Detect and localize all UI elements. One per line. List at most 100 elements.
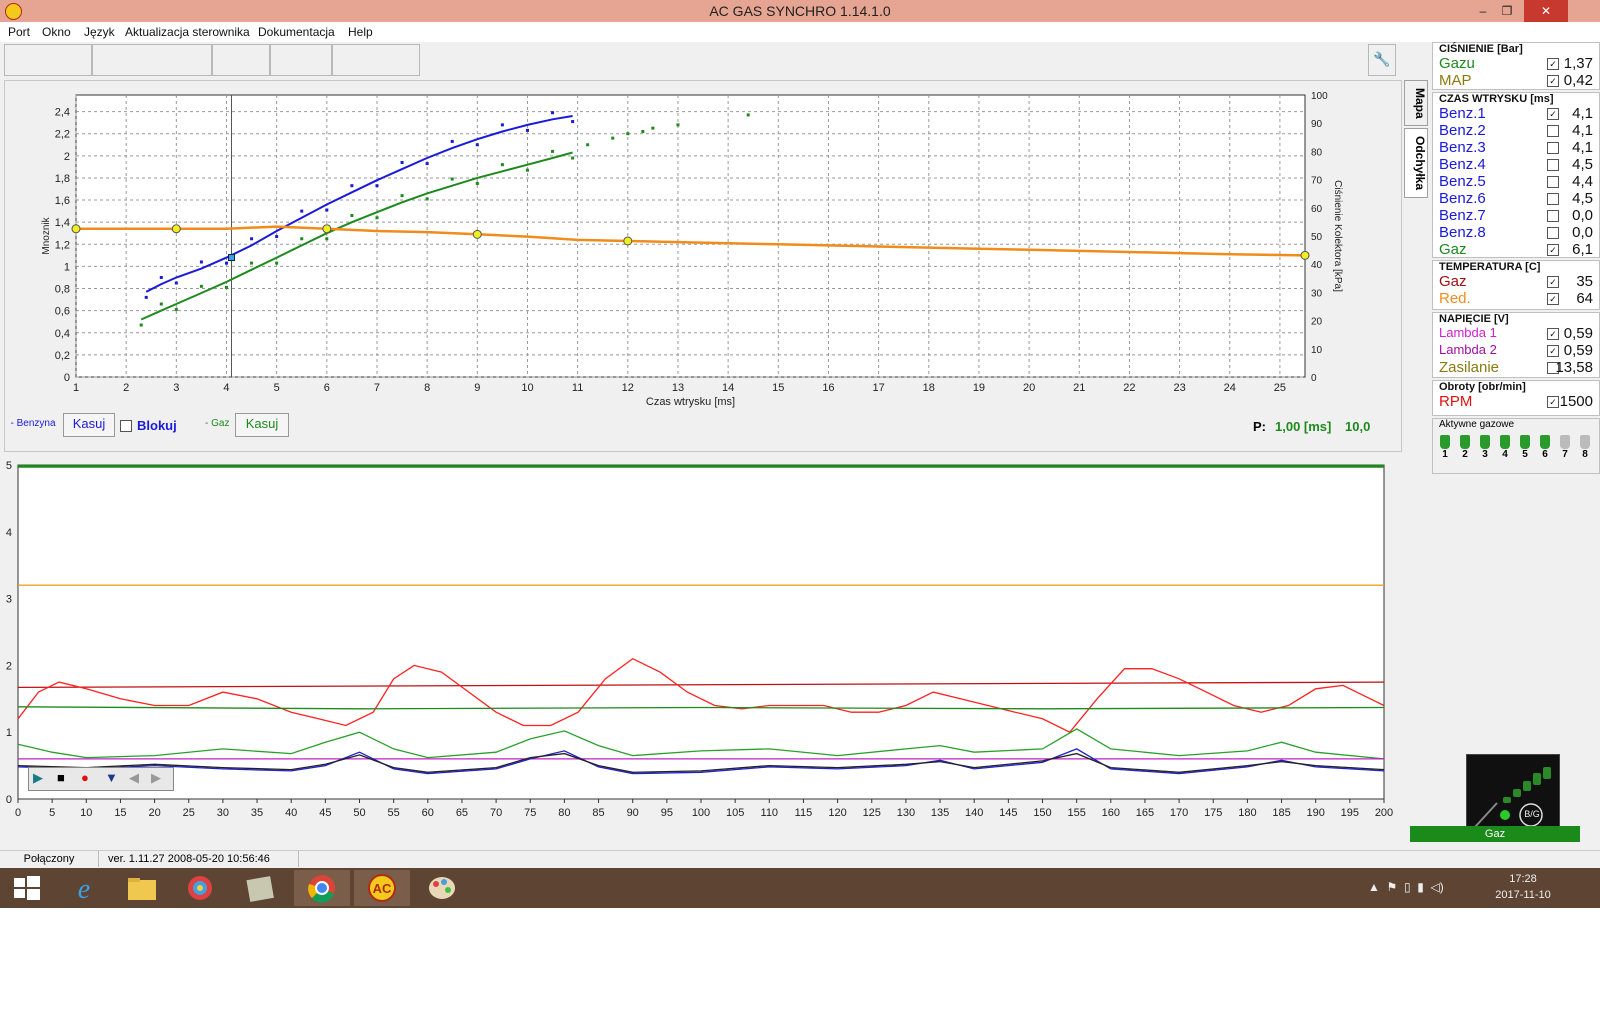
pressure-checkbox[interactable]: ✓ [1547,58,1559,70]
record-icon[interactable]: ● [81,770,89,785]
rpm-label: RPM [1439,393,1473,410]
menu-port[interactable]: Port [8,25,30,39]
menu-help[interactable]: Help [348,25,373,39]
map-y-right-tick: 10 [1311,345,1323,356]
pressure-row: Gazu ✓ 1,37 [1433,55,1599,72]
map-x-tick: 17 [872,382,884,394]
voltage-row: Lambda 2 ✓ 0,59 [1433,342,1599,359]
map-point [571,120,575,124]
clock-date[interactable]: 2017-11-10 [1488,889,1558,901]
media-icon[interactable] [172,870,228,906]
download-icon[interactable]: ▼ [105,770,118,785]
bg-switch[interactable]: B/G [1466,754,1560,836]
map-x-tick: 9 [474,382,480,394]
signal-chart: 0 5 10 15 20 25 30 35 40 45 50 55 60 65 70 75 80 85 90 95 10… [6,460,1393,819]
injection-checkbox[interactable]: ✓ [1547,244,1559,256]
file-explorer-icon[interactable] [114,870,170,906]
menu-jezyk[interactable]: Język [84,25,115,39]
injection-title: CZAS WTRYSKU [ms] [1439,93,1554,105]
injector-icon [1460,435,1470,449]
map-point [375,216,379,220]
menu-okno[interactable]: Okno [42,25,71,39]
injection-checkbox[interactable] [1547,142,1559,154]
map-x-tick: 8 [424,382,430,394]
rpm-row: RPM ✓ 1500 [1433,393,1599,410]
stop-icon[interactable]: ■ [57,770,65,785]
map-point [571,156,575,160]
wrench-icon[interactable]: 🔧 [1368,44,1396,76]
next-icon[interactable]: ▶ [151,770,161,786]
map-x-tick: 21 [1073,382,1085,394]
tab-mapa[interactable]: Mapa [1404,80,1428,126]
menu-docs[interactable]: Dokumentacja [258,25,335,39]
map-y-right-tick: 50 [1311,232,1323,243]
pressure-section: CIŚNIENIE [Bar] Gazu ✓ 1,37 MAP ✓ 0,42 [1432,42,1600,90]
prev-icon[interactable]: ◀ [129,770,139,786]
taskbar: e AC ▲ ⚑ ▯ ▮ ◁) 17:28 2017-11-10 [0,868,1600,908]
toolbar-button-5[interactable] [332,44,420,76]
pressure-title: CIŚNIENIE [Bar] [1439,43,1523,55]
bg-label: B/G [1524,809,1540,819]
legend-benzyna: - Benzyna [10,418,56,429]
injection-checkbox[interactable] [1547,227,1559,239]
injector-number: 2 [1462,449,1468,460]
menu-update[interactable]: Aktualizacja sterownika [125,25,250,39]
toolbar-button-3[interactable] [212,44,270,76]
signal-x-tick: 95 [661,807,673,819]
injection-checkbox[interactable] [1547,159,1559,171]
tools-icon[interactable] [232,870,288,906]
ie-icon[interactable]: e [56,870,112,906]
map-x-label: Czas wtrysku [ms] [646,396,735,408]
kasuj-benzyna-button[interactable]: Kasuj [63,413,115,437]
injection-row: Benz.7 0,0 [1433,207,1599,224]
map-y-right-tick: 30 [1311,288,1323,299]
injection-checkbox[interactable] [1547,176,1559,188]
map-y-right-tick: 100 [1311,91,1328,102]
voltage-checkbox[interactable]: ✓ [1547,328,1559,340]
signal-x-tick: 45 [319,807,331,819]
map-y-right-tick: 20 [1311,317,1323,328]
tray-icons[interactable]: ▲ ⚑ ▯ ▮ ◁) [1368,880,1444,894]
injection-checkbox[interactable] [1547,125,1559,137]
signal-x-tick: 110 [761,807,779,819]
map-point [746,113,750,117]
injection-checkbox[interactable] [1547,210,1559,222]
toolbar-button-4[interactable] [270,44,332,76]
map-point [174,308,178,312]
temperature-checkbox[interactable]: ✓ [1547,276,1559,288]
close-button[interactable]: ✕ [1524,0,1568,22]
kasuj-gaz-button[interactable]: Kasuj [235,413,289,437]
injection-checkbox[interactable] [1547,193,1559,205]
map-point [400,160,404,164]
blokuj-checkbox[interactable] [120,420,132,432]
start-button[interactable] [0,870,56,906]
voltage-checkbox[interactable]: ✓ [1547,345,1559,357]
paint-icon[interactable] [414,870,470,906]
ac-gas-taskbar-icon[interactable]: AC [354,870,410,906]
pressure-checkbox[interactable]: ✓ [1547,75,1559,87]
map-point [224,261,228,265]
chrome-icon[interactable] [294,870,350,906]
side-tabs: Mapa Odchyłka [1404,80,1428,200]
signal-x-tick: 5 [49,807,55,819]
injector-icon [1580,435,1590,449]
temperature-section: TEMPERATURA [C] Gaz ✓ 35 Red. ✓ 64 [1432,260,1600,310]
play-icon[interactable]: ▶ [33,770,43,786]
clock-time[interactable]: 17:28 [1488,873,1558,885]
map-x-tick: 22 [1123,382,1135,394]
temperature-checkbox[interactable]: ✓ [1547,293,1559,305]
injector-indicator: 3 [1477,433,1493,469]
rpm-checkbox[interactable]: ✓ [1547,396,1559,408]
injection-label: Benz.8 [1439,224,1486,241]
toolbar-button-1[interactable] [4,44,92,76]
map-point [450,139,454,143]
restore-button[interactable]: ❐ [1492,0,1522,22]
map-x-tick: 6 [324,382,330,394]
injection-checkbox[interactable]: ✓ [1547,108,1559,120]
toolbar-button-2[interactable] [92,44,212,76]
injector-number: 6 [1542,449,1548,460]
tab-odchylka[interactable]: Odchyłka [1404,128,1428,198]
map-x-tick: 14 [722,382,734,394]
connection-status: Połączony [0,851,99,867]
signal-x-tick: 120 [828,807,846,819]
